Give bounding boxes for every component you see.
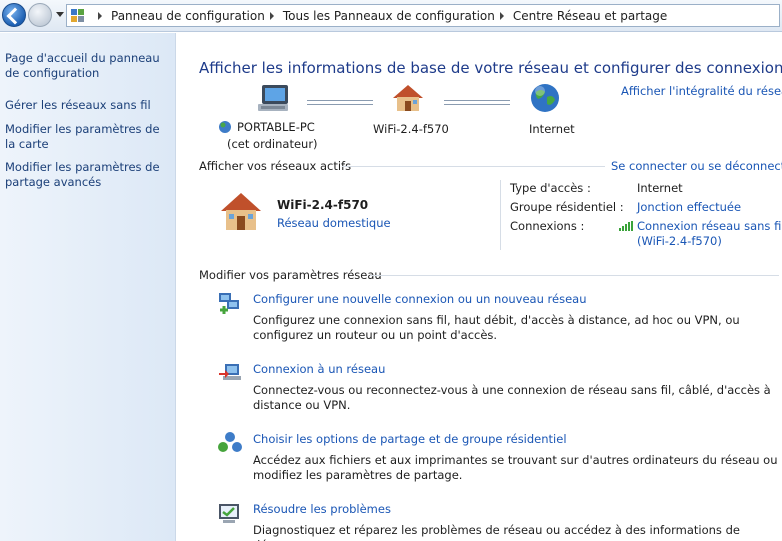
homegroup-sharing-icon: [218, 432, 242, 452]
task-sharing-options-desc: Accédez aux fichiers et aux imprimantes …: [253, 453, 778, 482]
section-divider: [370, 275, 779, 276]
active-network-name: WiFi-2.4-f570: [277, 198, 369, 212]
control-panel-icon: [71, 8, 85, 23]
section-divider: [342, 166, 605, 167]
connection-link-ssid[interactable]: (WiFi-2.4-f570): [637, 234, 722, 248]
map-connector: [444, 100, 510, 105]
breadcrumb-item-all-panels[interactable]: Tous les Panneaux de configuration: [283, 9, 495, 23]
sidebar-link-manage-wireless[interactable]: Gérer les réseaux sans fil: [5, 98, 173, 113]
computer-sub: (cet ordinateur): [227, 137, 318, 151]
forward-button[interactable]: [28, 3, 52, 27]
new-connection-icon: [219, 293, 239, 314]
network-type-link[interactable]: Réseau domestique: [277, 216, 391, 230]
page-title: Afficher les informations de base de vot…: [199, 59, 782, 77]
sidebar: Page d'accueil du panneau de configurati…: [0, 33, 176, 541]
homegroup-link[interactable]: Jonction effectuée: [637, 200, 741, 214]
connect-disconnect-link[interactable]: Se connecter ou se déconnecter: [611, 159, 782, 173]
breadcrumb-item-network-center[interactable]: Centre Réseau et partage: [513, 9, 667, 23]
network-globe-icon: [219, 121, 231, 133]
sidebar-link-control-panel-home[interactable]: Page d'accueil du panneau de configurati…: [5, 51, 173, 81]
task-sharing-options-link[interactable]: Choisir les options de partage et de gro…: [253, 432, 567, 446]
access-type-label: Type d'accès :: [510, 181, 591, 195]
wifi-signal-icon: [619, 221, 635, 231]
map-connector: [307, 100, 373, 105]
task-connect-network-link[interactable]: Connexion à un réseau: [253, 362, 385, 376]
task-new-connection-link[interactable]: Configurer une nouvelle connexion ou un …: [253, 292, 586, 306]
internet-globe-icon[interactable]: [529, 82, 561, 114]
breadcrumb[interactable]: Panneau de configuration Tous les Pannea…: [66, 4, 780, 27]
home-network-large-icon: [221, 193, 261, 230]
main-content: Afficher les informations de base de vot…: [177, 33, 782, 541]
task-new-connection-desc: Configurez une connexion sans fil, haut …: [253, 313, 740, 342]
connect-network-icon: [219, 364, 241, 380]
modify-settings-header: Modifier vos paramètres réseau: [199, 268, 382, 282]
home-network-icon[interactable]: [391, 83, 425, 113]
breadcrumb-item-control-panel[interactable]: Panneau de configuration: [111, 9, 265, 23]
back-button[interactable]: [2, 3, 26, 27]
connection-link[interactable]: Connexion réseau sans fil: [637, 219, 782, 233]
breadcrumb-separator-icon[interactable]: [269, 11, 274, 20]
breadcrumb-separator-icon[interactable]: [499, 11, 504, 20]
full-map-link[interactable]: Afficher l'intégralité du réseau: [621, 84, 782, 98]
recent-pages-dropdown-icon[interactable]: [56, 12, 64, 17]
task-troubleshoot-link[interactable]: Résoudre les problèmes: [253, 502, 391, 516]
access-type-value: Internet: [637, 181, 683, 195]
sidebar-link-adapter-settings[interactable]: Modifier les paramètres de la carte: [5, 122, 173, 152]
vertical-divider: [500, 180, 501, 250]
computer-icon[interactable]: [257, 83, 291, 113]
address-bar: Panneau de configuration Tous les Pannea…: [0, 0, 782, 32]
breadcrumb-separator-icon[interactable]: [98, 11, 102, 20]
connections-label: Connexions :: [510, 219, 585, 233]
active-networks-header: Afficher vos réseaux actifs: [199, 159, 352, 173]
internet-label: Internet: [529, 122, 575, 136]
map-network-name: WiFi-2.4-f570: [373, 122, 449, 136]
sidebar-link-advanced-sharing[interactable]: Modifier les paramètres de partage avanc…: [5, 160, 173, 190]
troubleshoot-icon: [219, 504, 239, 523]
task-connect-network-desc: Connectez-vous ou reconnectez-vous à une…: [253, 383, 771, 412]
homegroup-label: Groupe résidentiel :: [510, 200, 624, 214]
computer-name: PORTABLE-PC: [237, 120, 315, 134]
task-troubleshoot-desc: Diagnostiquez et réparez les problèmes d…: [253, 523, 740, 541]
